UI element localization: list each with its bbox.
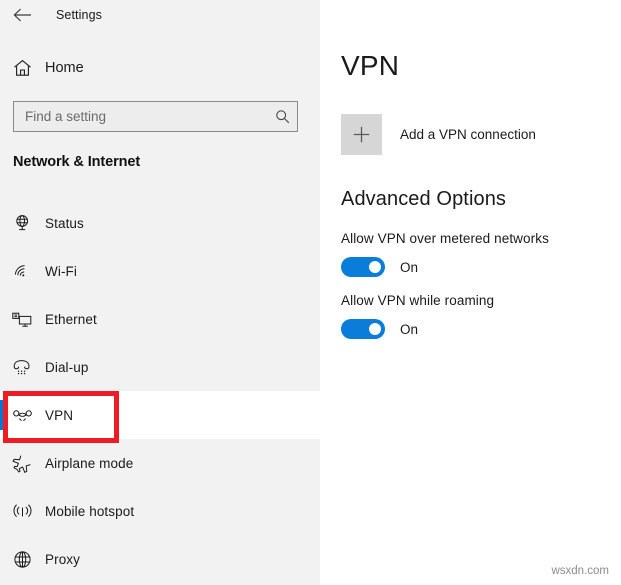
sidebar-item-home-label: Home (45, 60, 84, 76)
dialup-phone-icon (0, 359, 44, 376)
sidebar-item-proxy-label: Proxy (45, 551, 81, 567)
setting-allow-vpn-metered: Allow VPN over metered networks On (341, 231, 549, 277)
plus-icon (341, 114, 382, 155)
sidebar-item-vpn[interactable]: VPN (0, 391, 320, 439)
title-bar: Settings (0, 0, 320, 30)
proxy-globe-icon (0, 550, 44, 569)
advanced-options-title: Advanced Options (341, 188, 507, 210)
watermark: wsxdn.com (551, 565, 609, 577)
setting-allow-vpn-roaming-row: On (341, 319, 494, 339)
sidebar-item-ethernet[interactable]: Ethernet (0, 295, 320, 343)
setting-allow-vpn-metered-row: On (341, 257, 549, 277)
home-icon (0, 59, 44, 77)
hotspot-icon (0, 503, 44, 520)
search-icon[interactable] (267, 109, 297, 124)
search-box[interactable] (13, 101, 298, 132)
toggle-allow-vpn-roaming-state: On (400, 321, 419, 337)
sidebar: Settings Home Network & Internet (0, 0, 320, 585)
status-globe-icon (0, 214, 44, 233)
toggle-allow-vpn-roaming[interactable] (341, 319, 385, 339)
sidebar-section-title: Network & Internet (13, 154, 141, 170)
setting-allow-vpn-metered-label: Allow VPN over metered networks (341, 231, 549, 246)
settings-window: Settings Home Network & Internet (0, 0, 621, 585)
toggle-allow-vpn-metered-state: On (400, 259, 419, 275)
sidebar-item-airplane-mode[interactable]: Airplane mode (0, 439, 320, 487)
sidebar-item-dial-up-label: Dial-up (45, 359, 89, 375)
sidebar-item-ethernet-label: Ethernet (45, 311, 97, 327)
setting-allow-vpn-roaming-label: Allow VPN while roaming (341, 293, 495, 308)
setting-allow-vpn-roaming: Allow VPN while roaming On (341, 293, 494, 339)
sidebar-nav-list: Status Wi-Fi Ethernet Dial-up VPN Airpla… (0, 199, 320, 583)
window-title: Settings (56, 8, 102, 22)
sidebar-item-mobile-hotspot[interactable]: Mobile hotspot (0, 487, 320, 535)
sidebar-item-status[interactable]: Status (0, 199, 320, 247)
add-vpn-connection-label: Add a VPN connection (400, 127, 536, 142)
toggle-knob (369, 261, 381, 273)
sidebar-item-proxy[interactable]: Proxy (0, 535, 320, 583)
sidebar-item-wifi-label: Wi-Fi (45, 263, 77, 279)
main-content: VPN Add a VPN connection Advanced Option… (320, 0, 621, 585)
sidebar-item-wifi[interactable]: Wi-Fi (0, 247, 320, 295)
sidebar-item-airplane-mode-label: Airplane mode (45, 455, 134, 471)
vpn-key-icon (0, 408, 44, 423)
toggle-knob (369, 323, 381, 335)
sidebar-item-home[interactable]: Home (0, 50, 320, 86)
airplane-icon (0, 454, 44, 473)
page-title: VPN (341, 50, 400, 81)
wifi-icon (0, 263, 44, 280)
sidebar-item-dial-up[interactable]: Dial-up (0, 343, 320, 391)
sidebar-item-status-label: Status (45, 215, 84, 231)
sidebar-item-mobile-hotspot-label: Mobile hotspot (45, 503, 135, 519)
back-arrow-icon[interactable] (0, 0, 44, 30)
sidebar-item-vpn-label: VPN (45, 407, 74, 423)
toggle-allow-vpn-metered[interactable] (341, 257, 385, 277)
ethernet-icon (0, 311, 44, 328)
add-vpn-connection-button[interactable]: Add a VPN connection (341, 114, 536, 155)
search-input[interactable] (14, 102, 267, 131)
